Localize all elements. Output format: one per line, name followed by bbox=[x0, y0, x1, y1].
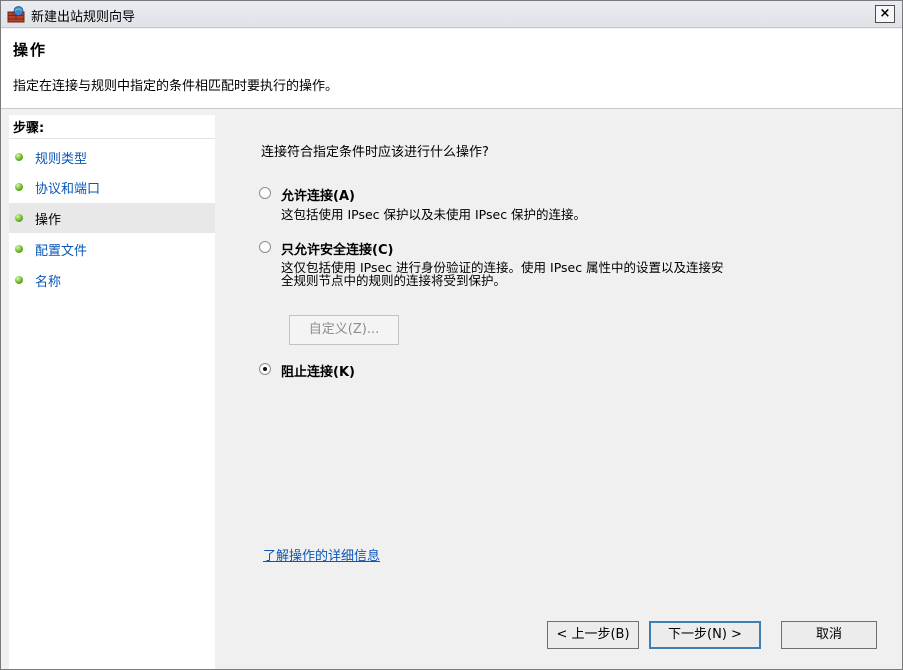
steps-sidebar: 步骤: 规则类型 协议和端口 操作 配置文件 名称 bbox=[9, 115, 215, 669]
next-button[interactable]: 下一步(N) > bbox=[649, 621, 761, 649]
customize-button[interactable]: 自定义(Z)... bbox=[289, 315, 399, 345]
steps-divider bbox=[9, 138, 215, 139]
radio-button[interactable] bbox=[259, 241, 271, 253]
page-title: 操作 bbox=[13, 41, 48, 59]
firewall-icon bbox=[7, 6, 25, 23]
page-header: 操作 指定在连接与规则中指定的条件相匹配时要执行的操作。 bbox=[1, 29, 902, 109]
step-label: 协议和端口 bbox=[35, 182, 101, 197]
action-question: 连接符合指定条件时应该进行什么操作? bbox=[261, 145, 489, 160]
step-name[interactable]: 名称 bbox=[9, 265, 215, 295]
step-bullet-icon bbox=[15, 183, 23, 191]
step-bullet-icon bbox=[15, 214, 23, 222]
step-bullet-icon bbox=[15, 153, 23, 161]
allow-connection-description: 这包括使用 IPsec 保护以及未使用 IPsec 保护的连接。 bbox=[281, 207, 587, 222]
title-bar: 新建出站规则向导 × bbox=[1, 1, 902, 28]
learn-more-link[interactable]: 了解操作的详细信息 bbox=[263, 545, 380, 564]
step-protocol-ports[interactable]: 协议和端口 bbox=[9, 172, 215, 202]
step-label: 名称 bbox=[35, 275, 62, 290]
radio-button[interactable] bbox=[259, 187, 271, 199]
option-label: 只允许安全连接(C) bbox=[281, 243, 394, 258]
radio-button-checked[interactable] bbox=[259, 363, 271, 375]
step-label: 操作 bbox=[35, 213, 62, 228]
secure-connection-description-line2: 全规则节点中的规则的连接将受到保护。 bbox=[281, 273, 507, 288]
steps-heading: 步骤: bbox=[13, 121, 45, 136]
close-button[interactable]: × bbox=[875, 5, 895, 23]
back-button[interactable]: < 上一步(B) bbox=[547, 621, 639, 649]
step-bullet-icon bbox=[15, 276, 23, 284]
step-action[interactable]: 操作 bbox=[9, 203, 215, 233]
main-panel: 连接符合指定条件时应该进行什么操作? 允许连接(A) 这包括使用 IPsec 保… bbox=[219, 109, 902, 669]
wizard-window: 新建出站规则向导 × 操作 指定在连接与规则中指定的条件相匹配时要执行的操作。 … bbox=[0, 0, 903, 670]
step-label: 配置文件 bbox=[35, 244, 88, 259]
cancel-button[interactable]: 取消 bbox=[781, 621, 877, 649]
option-label: 阻止连接(K) bbox=[281, 365, 355, 380]
window-title: 新建出站规则向导 bbox=[31, 10, 136, 25]
step-rule-type[interactable]: 规则类型 bbox=[9, 142, 215, 172]
step-profile[interactable]: 配置文件 bbox=[9, 234, 215, 264]
option-label: 允许连接(A) bbox=[281, 189, 355, 204]
step-label: 规则类型 bbox=[35, 152, 88, 167]
page-description: 指定在连接与规则中指定的条件相匹配时要执行的操作。 bbox=[13, 79, 339, 94]
step-bullet-icon bbox=[15, 245, 23, 253]
